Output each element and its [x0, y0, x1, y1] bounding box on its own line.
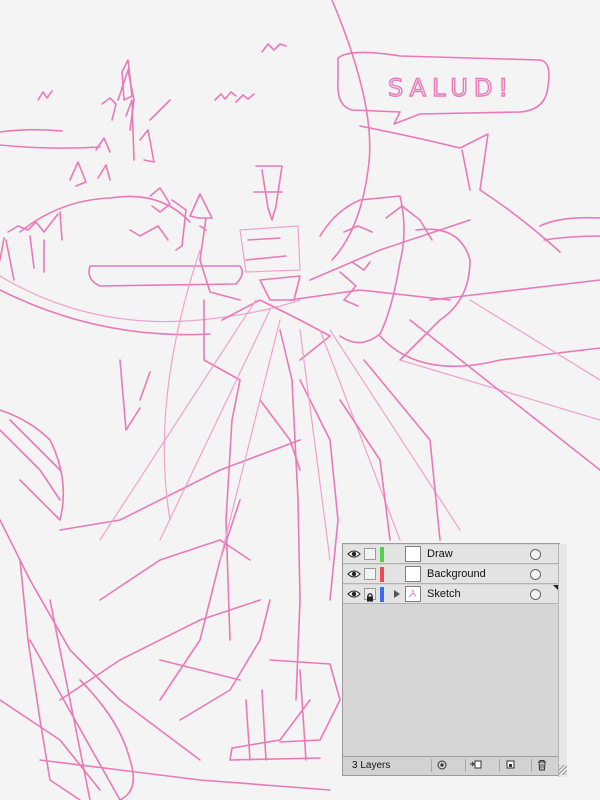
locate-object-button[interactable] — [431, 759, 451, 772]
layers-panel: Draw Background Sketch 3 Layers — [342, 543, 567, 777]
lock-toggle[interactable] — [364, 568, 376, 580]
make-clipping-mask-button[interactable] — [465, 759, 485, 772]
layer-thumbnail — [405, 586, 421, 602]
layer-thumbnail — [405, 566, 421, 582]
eye-icon[interactable] — [347, 549, 361, 559]
clipping-mask-icon — [469, 760, 481, 769]
target-circle-icon[interactable] — [530, 569, 541, 580]
layers-panel-footer: 3 Layers — [343, 756, 559, 775]
layer-name: Sketch — [427, 588, 461, 600]
lock-toggle[interactable] — [364, 588, 376, 602]
layer-name: Background — [427, 568, 486, 580]
delete-layer-button[interactable] — [531, 759, 551, 772]
eye-icon[interactable] — [347, 589, 361, 599]
create-sublayer-button[interactable] — [499, 759, 519, 772]
layer-row-background[interactable]: Background — [343, 565, 559, 584]
layer-color-swatch — [380, 587, 384, 602]
layer-row-draw[interactable]: Draw — [343, 545, 559, 564]
layer-thumbnail — [405, 546, 421, 562]
speech-bubble-text: SALUD! — [388, 74, 514, 102]
layer-color-swatch — [380, 547, 384, 562]
target-circle-icon[interactable] — [530, 589, 541, 600]
layer-color-swatch — [380, 567, 384, 582]
locate-object-icon — [437, 760, 446, 770]
panel-scrollbar[interactable] — [558, 544, 567, 777]
lock-toggle[interactable] — [364, 548, 376, 560]
trash-icon — [537, 760, 546, 771]
sublayer-icon — [506, 760, 514, 769]
lock-icon — [367, 593, 373, 602]
triangle-right-icon[interactable] — [394, 590, 400, 598]
eye-icon[interactable] — [347, 569, 361, 579]
layer-count-label: 3 Layers — [352, 760, 391, 771]
layer-name: Draw — [427, 548, 453, 560]
target-circle-icon[interactable] — [530, 549, 541, 560]
panel-resize-grip[interactable] — [559, 765, 567, 775]
layer-row-sketch[interactable]: Sketch — [343, 585, 559, 604]
